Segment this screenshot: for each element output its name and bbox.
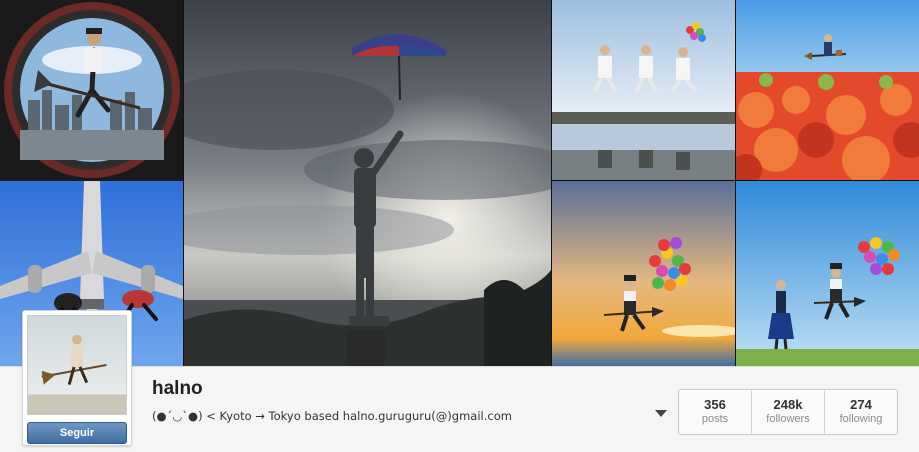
- stat-label: followers: [766, 413, 810, 425]
- dropdown-caret-icon[interactable]: [655, 410, 667, 417]
- stat-label: posts: [701, 413, 729, 425]
- photo-umbrella-statue[interactable]: [184, 0, 551, 366]
- profile-bio: (●´◡`●) < Kyoto → Tokyo based halno.guru…: [152, 409, 512, 423]
- follow-button[interactable]: Seguir: [27, 422, 127, 444]
- avatar[interactable]: [27, 315, 127, 415]
- photo-three-jumpers-reflection[interactable]: [552, 0, 735, 180]
- stat-count: 248k: [773, 397, 803, 412]
- profile-stats: 356 posts 248k followers 274 following: [678, 389, 898, 435]
- photo-porthole-city-jump[interactable]: [0, 0, 183, 181]
- stat-following[interactable]: 274 following: [825, 390, 897, 434]
- stat-count: 356: [704, 397, 726, 412]
- profile-card: Seguir: [22, 310, 132, 446]
- stat-posts[interactable]: 356 posts: [679, 390, 752, 434]
- stat-count: 274: [850, 397, 872, 412]
- photo-mosaic: [0, 0, 919, 366]
- profile-username: halno: [152, 378, 203, 399]
- stat-followers[interactable]: 248k followers: [752, 390, 825, 434]
- stat-label: following: [839, 413, 883, 425]
- photo-sunset-balloons[interactable]: [552, 181, 735, 366]
- photo-kochia-field-broom[interactable]: [736, 0, 919, 180]
- photo-couple-balloons[interactable]: [736, 181, 919, 366]
